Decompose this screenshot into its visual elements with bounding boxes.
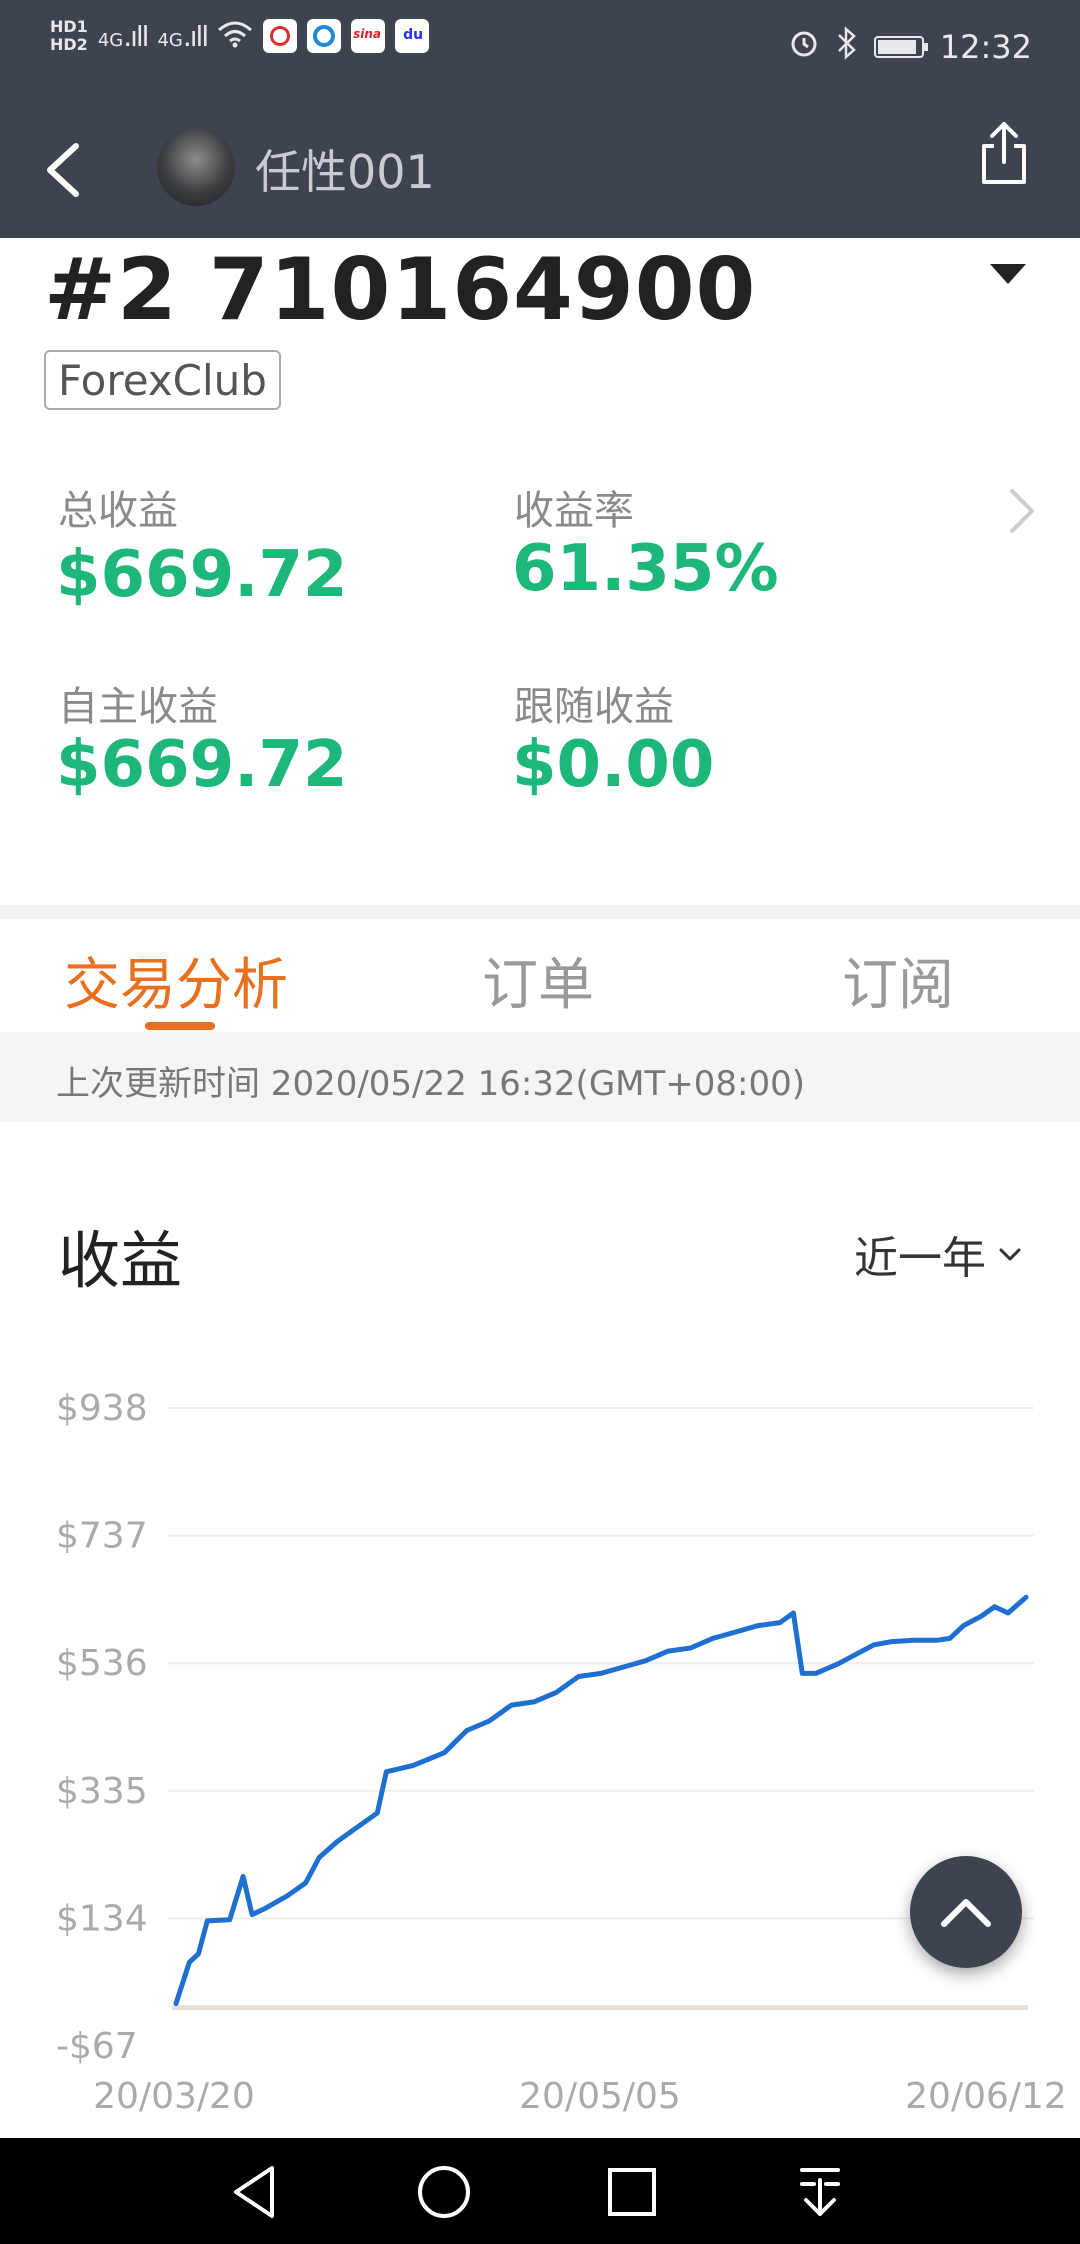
total-profit-label: 总收益 <box>58 488 178 534</box>
x-tick-label: 20/05/05 <box>519 2076 681 2117</box>
app-bar: 任性001 <box>0 100 1080 238</box>
range-selector[interactable]: 近一年 <box>854 1222 1024 1286</box>
y-tick-label: $536 <box>56 1643 148 1684</box>
username[interactable]: 任性001 <box>255 136 435 202</box>
y-tick-label: $737 <box>56 1516 148 1557</box>
nav-recents-icon[interactable] <box>600 2160 664 2224</box>
network-type-label: 4G <box>97 29 124 51</box>
share-icon[interactable] <box>974 118 1034 188</box>
y-tick-label: $134 <box>56 1898 148 1939</box>
signal-icon-2: 4G.ıll <box>157 19 209 53</box>
wifi-icon <box>217 20 253 53</box>
status-icons-left: HD1 HD2 4G.ıll 4G.ıll <box>50 18 430 54</box>
baidu-notification-icon <box>395 19 430 53</box>
own-profit-value: $669.72 <box>56 728 348 802</box>
account-title: #2 710164900 <box>44 240 757 340</box>
status-bar: HD1 HD2 4G.ıll 4G.ıll 12:32 <box>0 0 1080 100</box>
network-type-label-2: 4G <box>157 29 183 51</box>
nav-back-icon[interactable] <box>224 2160 288 2224</box>
y-tick-label: -$67 <box>56 2026 138 2067</box>
x-tick-label: 20/06/12 <box>905 2076 1067 2117</box>
broker-badge: ForexClub <box>44 350 281 410</box>
tab-trade-analysis[interactable]: 交易分析 <box>64 940 288 1021</box>
y-tick-label: $335 <box>56 1771 148 1812</box>
range-label: 近一年 <box>854 1233 986 1284</box>
avatar[interactable] <box>157 128 235 206</box>
app-notification-icon-1 <box>263 19 298 53</box>
chart-title: 收益 <box>58 1224 183 1297</box>
profit-chart: $938 $737 $536 $335 $134 -$67 20/03/20 20/05/05… <box>56 1388 1067 2117</box>
section-divider <box>0 905 1080 919</box>
system-nav-bar <box>0 2138 1080 2244</box>
nav-notification-pulldown-icon[interactable] <box>788 2160 852 2224</box>
follow-profit-value: $0.00 <box>512 728 715 802</box>
signal-icon: 4G.ıll <box>97 19 150 53</box>
chevron-up-icon <box>941 1899 991 1927</box>
account-dropdown-icon[interactable] <box>990 264 1026 284</box>
own-profit-label: 自主收益 <box>58 684 218 730</box>
yield-value: 61.35% <box>512 532 779 606</box>
battery-icon <box>873 36 928 58</box>
back-arrow-icon[interactable] <box>40 140 88 200</box>
hd-indicator: HD1 HD2 <box>50 18 88 54</box>
alarm-icon <box>788 27 820 67</box>
sina-notification-icon <box>351 19 386 53</box>
chevron-right-icon[interactable] <box>1004 485 1040 537</box>
yield-label: 收益率 <box>514 488 634 534</box>
x-tick-label: 20/03/20 <box>93 2076 255 2117</box>
y-tick-label: $938 <box>56 1388 148 1429</box>
active-tab-indicator <box>145 1022 215 1030</box>
status-time: 12:32 <box>939 28 1032 66</box>
hd2-label: HD2 <box>50 35 88 54</box>
follow-profit-label: 跟随收益 <box>514 684 674 730</box>
scroll-top-button[interactable] <box>910 1856 1022 1968</box>
status-icons-right: 12:32 <box>788 26 1032 68</box>
last-update-text: 上次更新时间 2020/05/22 16:32(GMT+08:00) <box>56 1064 806 1104</box>
total-profit-value: $669.72 <box>56 538 348 612</box>
nav-home-icon[interactable] <box>412 2160 476 2224</box>
chevron-down-icon <box>999 1248 1021 1261</box>
tab-subscriptions[interactable]: 订阅 <box>842 940 954 1021</box>
bluetooth-icon <box>836 26 858 68</box>
profit-series-line <box>173 1594 1029 2006</box>
tab-orders[interactable]: 订单 <box>482 940 594 1021</box>
update-bar: 上次更新时间 2020/05/22 16:32(GMT+08:00) <box>0 1032 1080 1122</box>
hd1-label: HD1 <box>50 17 88 36</box>
app-notification-icon-2 <box>307 19 342 53</box>
